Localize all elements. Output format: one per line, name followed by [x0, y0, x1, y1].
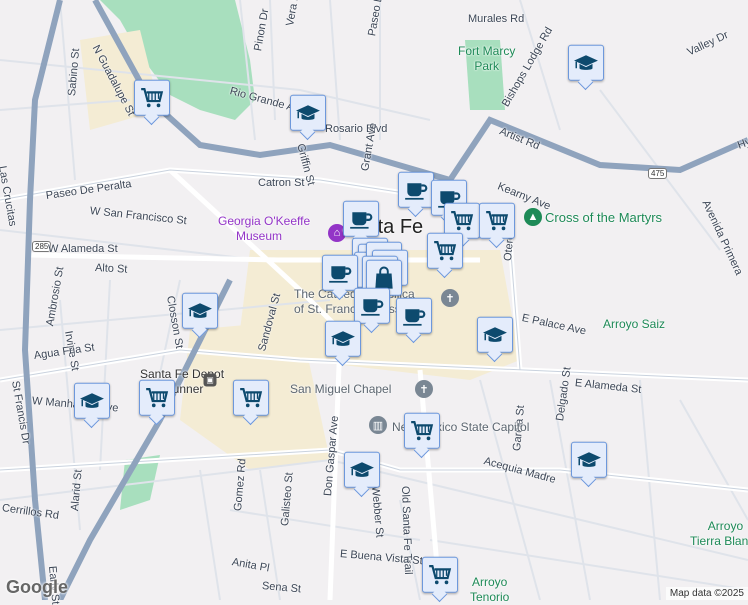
place-label: Museum — [236, 229, 283, 243]
place-label: Fort Marcy — [458, 44, 516, 58]
street-label: Catron St — [258, 177, 305, 189]
cart-marker[interactable] — [427, 232, 463, 269]
tree-icon: ▲ — [524, 208, 542, 226]
cart-icon — [429, 565, 452, 585]
train-icon: ▣ — [203, 373, 217, 387]
cart-icon — [141, 88, 164, 108]
place-label: Arroyo — [472, 575, 508, 589]
coffee-icon — [361, 299, 384, 316]
cart-marker[interactable] — [139, 379, 175, 416]
coffee-icon — [403, 309, 426, 326]
cart-icon — [411, 421, 434, 441]
school-icon — [331, 331, 355, 346]
place-arroyo-saiz[interactable]: Arroyo Saiz — [603, 317, 665, 332]
place-label: Arroyo — [707, 519, 744, 533]
coffee-marker[interactable] — [398, 171, 434, 208]
school-icon — [483, 327, 507, 342]
school-marker[interactable] — [568, 44, 604, 81]
coffee-marker[interactable] — [322, 254, 358, 291]
place-arroyo-tierra-blanca[interactable]: ArroyoTierra Blanca — [690, 519, 748, 549]
map-attribution[interactable]: Map data ©2025 — [665, 587, 748, 600]
school-marker[interactable] — [477, 316, 513, 353]
place-label: Tierra Blanca — [690, 534, 748, 548]
route-shield-475: 475 — [648, 168, 668, 179]
cart-icon — [486, 211, 509, 231]
place-san-miguel-chapel[interactable]: San Miguel Chapel — [290, 382, 391, 397]
place-label: Park — [474, 59, 500, 73]
coffee-icon — [329, 266, 352, 283]
school-marker[interactable] — [74, 382, 110, 419]
coffee-marker[interactable] — [343, 200, 379, 237]
school-icon — [80, 393, 104, 408]
church-icon: ✝ — [415, 380, 433, 398]
school-marker[interactable] — [182, 292, 218, 329]
cart-icon — [240, 388, 263, 408]
school-icon — [574, 55, 598, 70]
cart-icon — [451, 211, 474, 231]
cart-marker[interactable] — [404, 412, 440, 449]
place-arroyo-tenorio[interactable]: Arroyo Tenorio — [470, 575, 509, 605]
coffee-icon — [405, 183, 428, 200]
school-marker[interactable] — [325, 320, 361, 357]
cart-marker[interactable] — [134, 79, 170, 116]
street-label: W Alameda St — [48, 243, 118, 255]
cart-icon — [434, 241, 457, 261]
capitol-icon: ▥ — [369, 416, 387, 434]
place-georgia-okeeffe-museum[interactable]: Georgia O'Keeffe Museum — [218, 214, 310, 244]
place-fort-marcy-park[interactable]: Fort Marcy Park — [458, 44, 515, 74]
place-cross-of-the-martyrs[interactable]: Cross of the Martyrs — [545, 210, 662, 225]
street-label: Alto St — [94, 262, 128, 276]
school-marker[interactable] — [344, 451, 380, 488]
cart-marker[interactable] — [422, 556, 458, 593]
school-marker[interactable] — [571, 441, 607, 478]
school-marker[interactable] — [290, 94, 326, 131]
school-icon — [577, 452, 601, 467]
google-logo: Google — [6, 577, 68, 597]
cart-icon — [146, 388, 169, 408]
cart-marker[interactable] — [233, 379, 269, 416]
school-icon — [296, 105, 320, 120]
place-label: Georgia O'Keeffe — [218, 214, 311, 228]
cart-marker[interactable] — [479, 202, 515, 239]
place-label: Tenorio — [470, 590, 510, 604]
church-icon: ✝ — [441, 289, 459, 307]
school-icon — [188, 303, 212, 318]
coffee-marker[interactable] — [396, 297, 432, 334]
school-icon — [350, 462, 374, 477]
coffee-icon — [350, 212, 373, 229]
coffee-marker[interactable] — [354, 287, 390, 324]
street-label: Murales Rd — [468, 13, 525, 25]
